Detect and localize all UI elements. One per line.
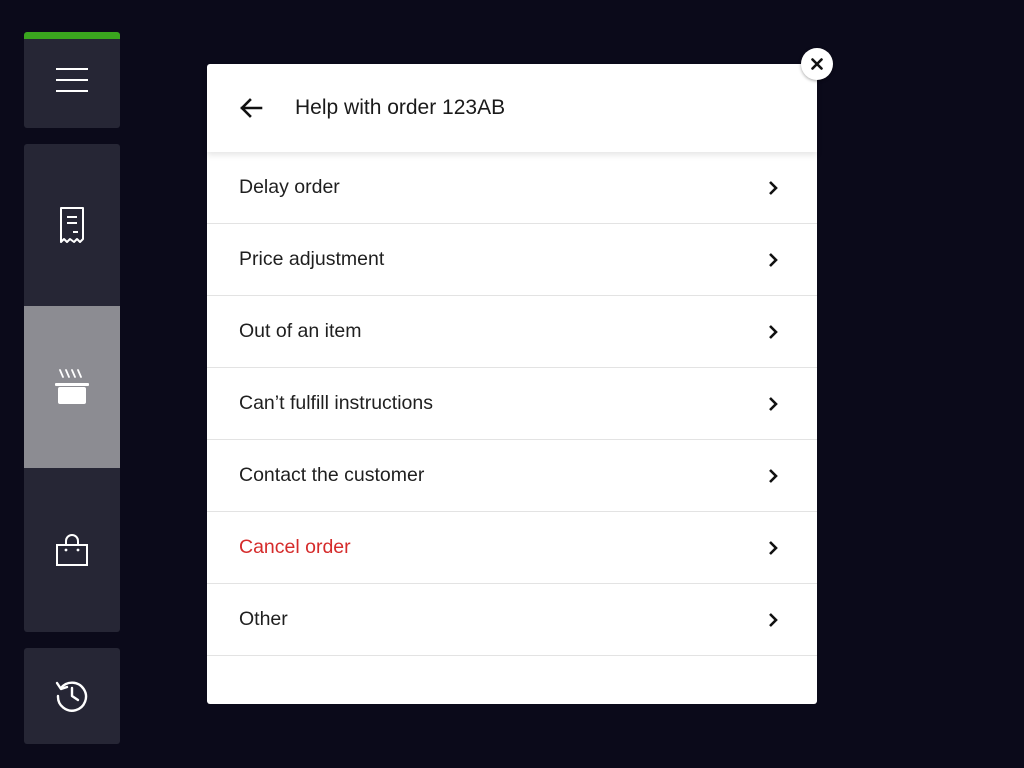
modal-title: Help with order 123AB [295, 96, 506, 119]
chevron-right-icon [767, 610, 779, 630]
help-options-list: Delay order Price adjustment Out of an i… [207, 152, 817, 656]
option-label: Other [239, 608, 288, 630]
option-delay-order[interactable]: Delay order [207, 152, 817, 224]
shopping-bag-icon [55, 534, 89, 568]
option-label: Delay order [239, 176, 340, 198]
help-modal: Help with order 123AB Delay order Price … [207, 64, 817, 704]
option-other[interactable]: Other [207, 584, 817, 656]
sidebar-item-history[interactable] [24, 648, 120, 744]
menu-button[interactable] [24, 32, 120, 128]
option-label: Contact the customer [239, 464, 425, 486]
option-cancel-order[interactable]: Cancel order [207, 512, 817, 584]
option-label: Out of an item [239, 320, 362, 342]
sidebar-item-kitchen[interactable] [24, 306, 120, 468]
chevron-right-icon [767, 250, 779, 270]
option-out-of-item[interactable]: Out of an item [207, 296, 817, 368]
sidebar-item-orders[interactable] [24, 144, 120, 306]
chevron-right-icon [767, 394, 779, 414]
option-label: Price adjustment [239, 248, 385, 270]
chevron-right-icon [767, 538, 779, 558]
cooking-pot-icon [55, 369, 89, 405]
chevron-right-icon [767, 178, 779, 198]
chevron-right-icon [767, 466, 779, 486]
receipt-icon [59, 206, 85, 244]
sidebar-nav [24, 144, 120, 632]
option-label: Cancel order [239, 536, 351, 558]
chevron-right-icon [767, 322, 779, 342]
arrow-left-icon [239, 98, 263, 118]
option-contact-customer[interactable]: Contact the customer [207, 440, 817, 512]
close-button[interactable] [801, 48, 833, 80]
back-button[interactable] [237, 94, 265, 122]
option-price-adjustment[interactable]: Price adjustment [207, 224, 817, 296]
hamburger-menu-icon [56, 68, 88, 94]
modal-header: Help with order 123AB [207, 64, 817, 152]
close-icon [811, 58, 823, 70]
sidebar-item-pickup[interactable] [24, 470, 120, 632]
option-label: Can’t fulfill instructions [239, 392, 433, 414]
history-clock-icon [55, 679, 89, 713]
option-cant-fulfill-instructions[interactable]: Can’t fulfill instructions [207, 368, 817, 440]
